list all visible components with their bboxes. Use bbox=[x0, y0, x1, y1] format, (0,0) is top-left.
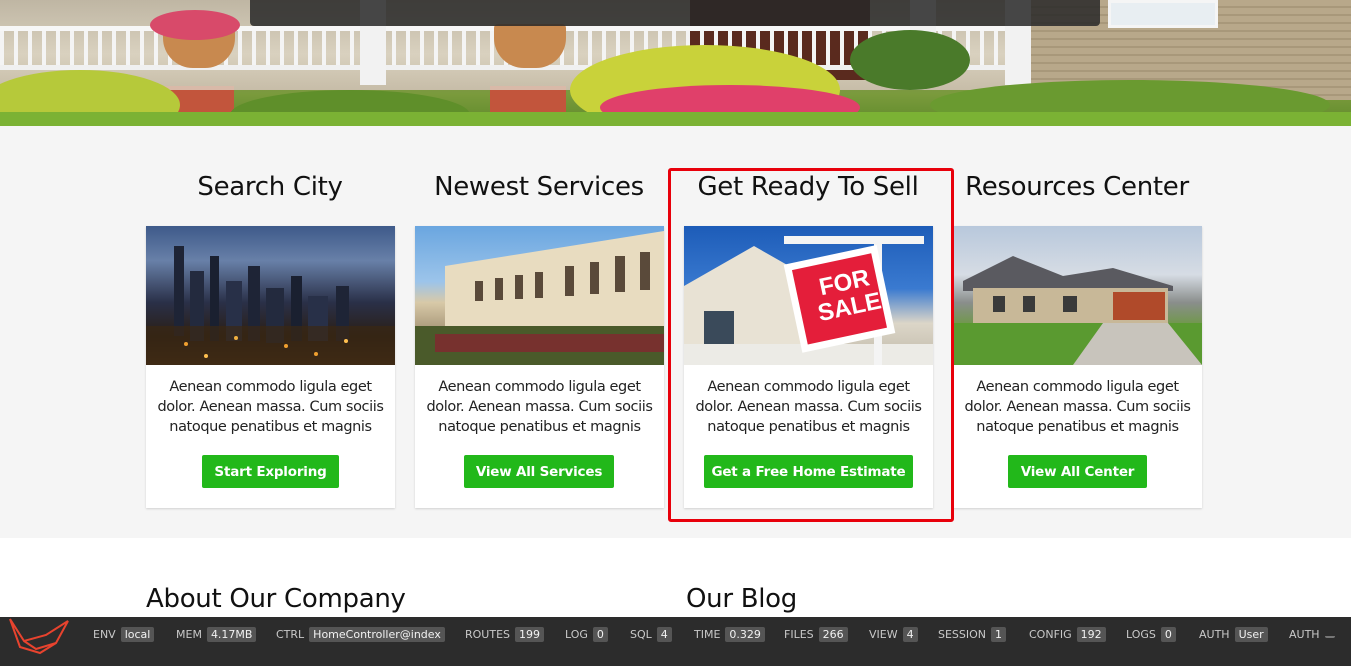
city-skyline-image bbox=[146, 226, 395, 365]
features-section: Search City Newest Services Get Ready To… bbox=[0, 126, 1351, 538]
feature-title-resources-center: Resources Center bbox=[965, 172, 1189, 202]
hero-flowers bbox=[150, 10, 240, 40]
feature-description: Aenean commodo ligula eget dolor. Aenean… bbox=[426, 379, 653, 435]
view-all-services-button[interactable]: View All Services bbox=[464, 455, 614, 488]
debug-item-ctrl[interactable]: CTRL HomeController@index bbox=[276, 626, 445, 643]
view-all-center-button[interactable]: View All Center bbox=[1008, 455, 1147, 488]
start-exploring-button[interactable]: Start Exploring bbox=[202, 455, 339, 488]
debug-item-auth[interactable]: AUTH User bbox=[1199, 626, 1268, 643]
debug-item-value: 4 bbox=[902, 627, 918, 642]
our-blog-heading: Our Blog bbox=[686, 584, 797, 614]
debug-item-label: FILES bbox=[784, 628, 814, 641]
hero-banner bbox=[0, 0, 1351, 126]
debug-item-value: 199 bbox=[515, 627, 545, 642]
debug-item-log[interactable]: LOG 0 bbox=[565, 626, 608, 643]
debug-item-logs[interactable]: LOGS 0 bbox=[1126, 626, 1176, 643]
debug-item-config[interactable]: CONFIG 192 bbox=[1029, 626, 1106, 643]
hero-bush bbox=[850, 30, 970, 90]
debug-item-value: local bbox=[120, 627, 155, 642]
debug-item-value: 4.17MB bbox=[206, 627, 257, 642]
debug-item-value: 0.329 bbox=[725, 627, 765, 642]
debug-bar: ENV local MEM 4.17MB CTRL HomeController@inde… bbox=[0, 617, 1351, 666]
debug-item-value: 0 bbox=[592, 627, 608, 642]
debug-item-time[interactable]: TIME 0.329 bbox=[694, 626, 765, 643]
feature-card-search-city: Aenean commodo ligula eget dolor. Aenean… bbox=[146, 226, 395, 508]
about-company-heading: About Our Company bbox=[146, 584, 406, 614]
debug-item-sql[interactable]: SQL 4 bbox=[630, 626, 672, 643]
debug-item-label: ENV bbox=[93, 628, 116, 641]
highlight-box bbox=[668, 168, 954, 522]
debug-item-session[interactable]: SESSION 1 bbox=[938, 626, 1007, 643]
debug-item-label: AUTH bbox=[1289, 628, 1320, 641]
debug-item-value: 0 bbox=[1160, 627, 1176, 642]
debug-item-label: MEM bbox=[176, 628, 202, 641]
government-building-graphic bbox=[415, 231, 664, 365]
debug-item-value: 192 bbox=[1076, 627, 1106, 642]
hero-top-bar bbox=[250, 0, 1100, 26]
debug-item-files[interactable]: FILES 266 bbox=[784, 626, 848, 643]
hero-lawn bbox=[0, 112, 1351, 126]
debug-item-value: HomeController@index bbox=[309, 627, 445, 642]
debug-item-label: CONFIG bbox=[1029, 628, 1072, 641]
debug-item-auth[interactable]: AUTH bbox=[1289, 626, 1335, 643]
feature-title-search-city: Search City bbox=[197, 172, 343, 202]
debug-item-view[interactable]: VIEW 4 bbox=[869, 626, 918, 643]
feature-title-newest-services: Newest Services bbox=[434, 172, 644, 202]
city-skyline-graphic bbox=[146, 246, 395, 365]
debug-item-label: VIEW bbox=[869, 628, 898, 641]
debug-item-routes[interactable]: ROUTES 199 bbox=[465, 626, 545, 643]
feature-description: Aenean commodo ligula eget dolor. Aenean… bbox=[964, 379, 1191, 435]
feature-card-resources-center: Aenean commodo ligula eget dolor. Aenean… bbox=[953, 226, 1202, 508]
debug-item-label: TIME bbox=[694, 628, 721, 641]
debug-item-value: User bbox=[1234, 627, 1268, 642]
suburban-home-image bbox=[953, 226, 1202, 365]
debug-item-mem[interactable]: MEM 4.17MB bbox=[176, 626, 257, 643]
laravel-logo-icon[interactable] bbox=[6, 617, 70, 657]
debug-item-label: LOG bbox=[565, 628, 588, 641]
feature-card-newest-services: Aenean commodo ligula eget dolor. Aenean… bbox=[415, 226, 664, 508]
debug-item-value: 266 bbox=[818, 627, 848, 642]
debug-item-value: 1 bbox=[991, 627, 1007, 642]
debug-item-label: AUTH bbox=[1199, 628, 1230, 641]
debug-item-label: LOGS bbox=[1126, 628, 1156, 641]
feature-description: Aenean commodo ligula eget dolor. Aenean… bbox=[157, 379, 384, 435]
debug-item-label: SQL bbox=[630, 628, 652, 641]
debug-item-label: ROUTES bbox=[465, 628, 511, 641]
government-building-image bbox=[415, 226, 664, 365]
debug-item-label: CTRL bbox=[276, 628, 305, 641]
debug-item-env[interactable]: ENV local bbox=[93, 626, 155, 643]
debug-item-value: 4 bbox=[656, 627, 672, 642]
suburban-home-graphic bbox=[953, 256, 1202, 365]
hero-window bbox=[1108, 0, 1218, 28]
debug-item-label: SESSION bbox=[938, 628, 987, 641]
debug-item-value bbox=[1324, 632, 1335, 638]
